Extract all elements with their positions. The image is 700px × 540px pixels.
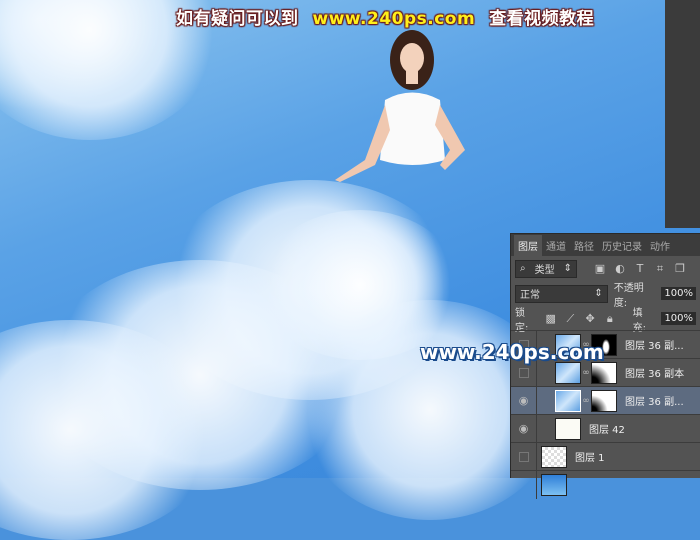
layer-name: 图层 1 (575, 453, 605, 464)
banner-right: 查看视频教程 (489, 9, 595, 29)
workspace-background (665, 0, 700, 228)
type-filter-icon[interactable]: T (633, 262, 647, 275)
layer-name: 图层 36 副... (625, 397, 684, 408)
lock-move-icon[interactable]: ✥ (583, 312, 597, 325)
eye-icon[interactable]: ◉ (511, 386, 537, 415)
opacity-input[interactable]: 100% (661, 287, 696, 300)
search-icon: ⌕ (520, 263, 526, 274)
blend-mode-select[interactable]: 正常 ⇕ (515, 284, 608, 303)
smart-object-filter-icon[interactable]: ❐ (673, 262, 687, 275)
layer-thumbnail (541, 473, 567, 496)
visibility-toggle[interactable] (511, 442, 537, 471)
tab-layers[interactable]: 图层 (514, 235, 542, 256)
updown-icon: ⇕ (594, 288, 603, 299)
tab-channels[interactable]: 通道 (542, 235, 570, 256)
filter-label: 类型 (534, 265, 555, 276)
link-icon: ∞ (582, 395, 590, 406)
blend-mode-value: 正常 (520, 290, 540, 301)
banner-left: 如有疑问可以到 (176, 9, 299, 29)
layer-thumbnail (541, 445, 567, 468)
filter-select[interactable]: ⌕ 类型 ⇕ (515, 259, 577, 278)
layer-name: 图层 36 副... (625, 341, 684, 352)
fill-label: 填充: (632, 307, 646, 334)
layer-thumbnail (555, 361, 581, 384)
tab-history[interactable]: 历史记录 (598, 235, 646, 256)
banner-url: www.240ps.com (312, 9, 476, 29)
banner-text: 如有疑问可以到 www.240ps.com 查看视频教程 (176, 4, 594, 29)
panel-tabs: 图层 通道 路径 历史记录 动作 (511, 234, 700, 256)
link-icon: ∞ (582, 367, 590, 378)
layer-row-selected[interactable]: ◉ ∞ 图层 36 副... (511, 386, 700, 415)
layer-mask-thumbnail[interactable] (591, 389, 617, 412)
updown-icon: ⇕ (563, 263, 572, 274)
tab-paths[interactable]: 路径 (570, 235, 598, 256)
tab-actions[interactable]: 动作 (646, 235, 674, 256)
layer-row[interactable]: 图层 1 (511, 442, 700, 471)
layer-thumbnail (555, 417, 581, 440)
layer-mask-thumbnail[interactable] (591, 361, 617, 384)
lock-brush-icon[interactable]: ⟋ (564, 312, 578, 326)
layer-name: 图层 42 (589, 425, 625, 436)
shape-filter-icon[interactable]: ⌗ (653, 262, 667, 276)
woman-figure (335, 30, 465, 182)
layer-row[interactable]: ◉ 图层 42 (511, 414, 700, 443)
lock-all-icon[interactable]: 🔒︎ (603, 312, 617, 326)
adjustment-filter-icon[interactable]: ◐ (613, 262, 627, 275)
layer-row[interactable] (511, 470, 700, 499)
layer-name: 图层 36 副本 (625, 369, 685, 380)
eye-icon[interactable]: ◉ (511, 414, 537, 443)
lock-label: 锁定: (515, 307, 529, 334)
watermark: www.240ps.com (420, 340, 604, 364)
fill-input[interactable]: 100% (661, 312, 697, 325)
visibility-toggle[interactable] (511, 470, 537, 499)
pixel-filter-icon[interactable]: ▣ (593, 262, 607, 275)
layer-thumbnail (555, 389, 581, 412)
lock-transparent-icon[interactable]: ▩ (544, 312, 558, 325)
